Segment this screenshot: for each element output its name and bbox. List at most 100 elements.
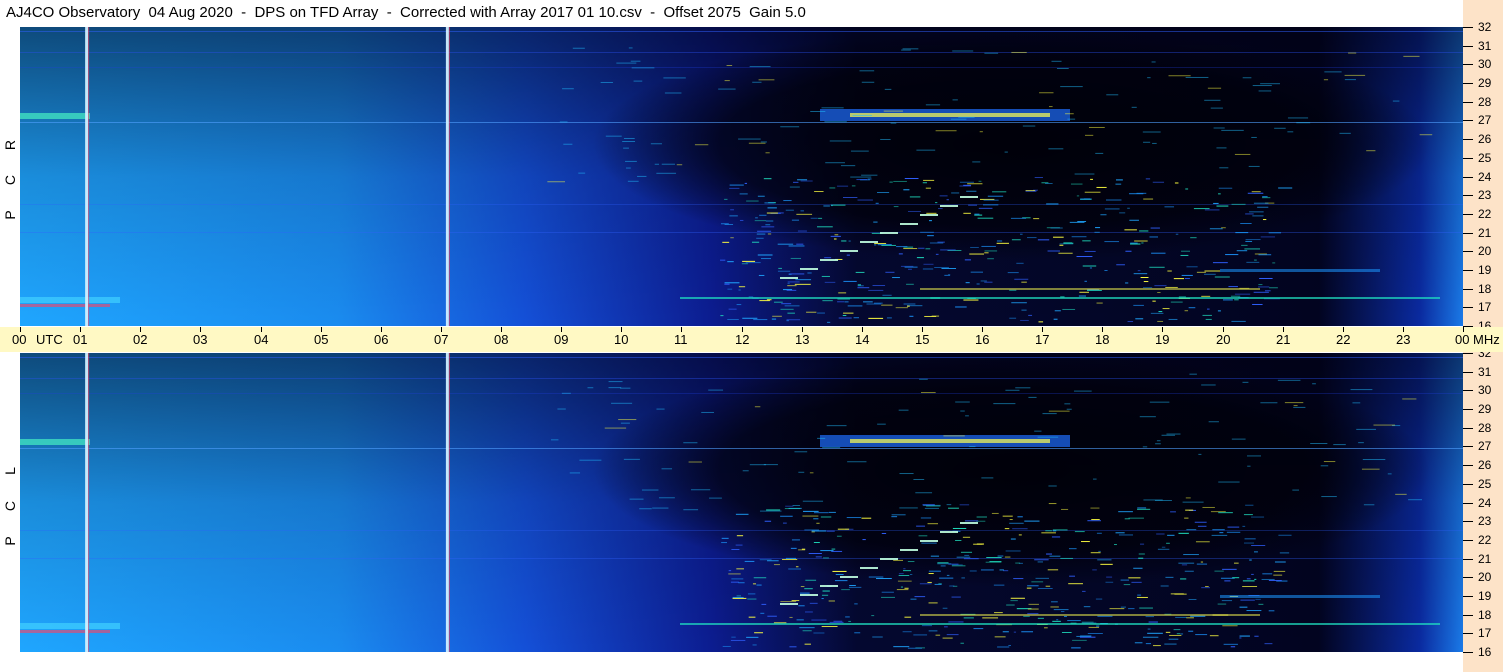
- noise-speck: [1012, 528, 1028, 530]
- noise-speck: [1358, 442, 1364, 444]
- noise-speck: [1408, 499, 1423, 501]
- noise-speck: [948, 274, 951, 276]
- noise-speck: [916, 525, 926, 527]
- noise-speck: [1224, 580, 1231, 582]
- noise-speck: [1147, 77, 1151, 79]
- noise-speck: [1154, 285, 1167, 287]
- noise-speck: [828, 600, 835, 602]
- noise-speck: [1227, 526, 1240, 528]
- stepped-signal: [960, 522, 978, 524]
- noise-speck: [951, 596, 961, 598]
- noise-speck: [922, 268, 934, 270]
- noise-speck: [940, 565, 946, 567]
- noise-speck: [1092, 478, 1097, 480]
- noise-speck: [1246, 610, 1262, 612]
- noise-speck: [837, 301, 845, 303]
- freq-tick: [1463, 652, 1473, 653]
- noise-speck: [903, 568, 906, 570]
- noise-speck: [949, 585, 955, 587]
- noise-speck: [1362, 459, 1386, 461]
- noise-speck: [1205, 586, 1209, 588]
- noise-speck: [843, 280, 857, 282]
- noise-speck: [1060, 86, 1083, 88]
- noise-speck: [821, 626, 838, 628]
- noise-speck: [1195, 634, 1208, 636]
- freq-tick: [1463, 195, 1473, 196]
- noise-speck: [1042, 413, 1057, 415]
- freq-tick-label: 20: [1478, 570, 1492, 584]
- noise-speck: [829, 140, 852, 142]
- noise-speck: [1201, 587, 1210, 589]
- freq-tick: [1463, 577, 1473, 578]
- quiet-night-region: [500, 353, 1430, 613]
- noise-speck: [799, 592, 810, 594]
- freq-tick-label: 22: [1478, 207, 1492, 221]
- freq-tick-label: 30: [1478, 57, 1492, 71]
- noise-speck: [834, 580, 848, 582]
- noise-speck: [984, 52, 999, 54]
- noise-speck: [884, 88, 892, 90]
- noise-speck: [1252, 215, 1264, 217]
- noise-speck: [1277, 379, 1301, 381]
- freq-tick: [1463, 139, 1473, 140]
- noise-speck: [804, 611, 813, 613]
- noise-speck: [923, 504, 941, 506]
- noise-speck: [1350, 389, 1373, 391]
- noise-speck: [955, 539, 962, 541]
- noise-speck: [1161, 434, 1176, 436]
- noise-speck: [1021, 309, 1027, 311]
- noise-speck: [757, 254, 773, 256]
- noise-speck: [987, 258, 994, 260]
- noise-speck: [1041, 532, 1056, 534]
- noise-speck: [958, 116, 975, 118]
- noise-speck: [1158, 311, 1163, 313]
- noise-speck: [637, 175, 647, 177]
- noise-speck: [904, 587, 909, 589]
- freq-tick: [1463, 214, 1473, 215]
- noise-speck: [964, 520, 979, 522]
- noise-speck: [1387, 473, 1392, 475]
- noise-speck: [1212, 262, 1228, 264]
- noise-speck: [1081, 621, 1094, 623]
- noise-speck: [1361, 468, 1380, 470]
- noise-speck: [1190, 237, 1197, 239]
- freq-tick: [1463, 158, 1473, 159]
- noise-speck: [938, 208, 943, 210]
- noise-speck: [822, 446, 841, 448]
- noise-speck: [1196, 563, 1208, 565]
- noise-speck: [1184, 570, 1194, 572]
- noise-speck: [797, 179, 808, 181]
- noise-speck: [881, 532, 887, 534]
- noise-speck: [1147, 632, 1163, 634]
- noise-speck: [1104, 269, 1108, 271]
- noise-speck: [785, 209, 794, 211]
- noise-speck: [805, 579, 817, 581]
- noise-speck: [969, 570, 977, 572]
- noise-speck: [1356, 428, 1376, 430]
- noise-speck: [1048, 485, 1057, 487]
- noise-speck: [925, 187, 931, 189]
- noise-speck: [1022, 125, 1036, 127]
- noise-speck: [811, 530, 827, 532]
- noise-speck: [1161, 546, 1166, 548]
- noise-speck: [830, 204, 846, 206]
- time-tick-label: 22: [1336, 332, 1351, 347]
- noise-speck: [1153, 645, 1161, 647]
- noise-speck: [952, 50, 974, 52]
- noise-speck: [792, 504, 800, 506]
- noise-speck: [731, 549, 740, 551]
- noise-speck: [772, 315, 782, 317]
- noise-speck: [876, 578, 892, 580]
- freq-tick: [1463, 251, 1473, 252]
- noise-speck: [991, 512, 999, 514]
- noise-speck: [1013, 631, 1017, 633]
- noise-speck: [1130, 242, 1138, 244]
- noise-speck: [752, 583, 757, 585]
- noise-speck: [736, 595, 742, 597]
- noise-speck: [1047, 250, 1060, 252]
- noise-speck: [1027, 585, 1039, 587]
- noise-speck: [1021, 631, 1034, 633]
- noise-speck: [1274, 561, 1286, 563]
- noise-speck: [605, 135, 622, 137]
- noise-speck: [928, 630, 938, 632]
